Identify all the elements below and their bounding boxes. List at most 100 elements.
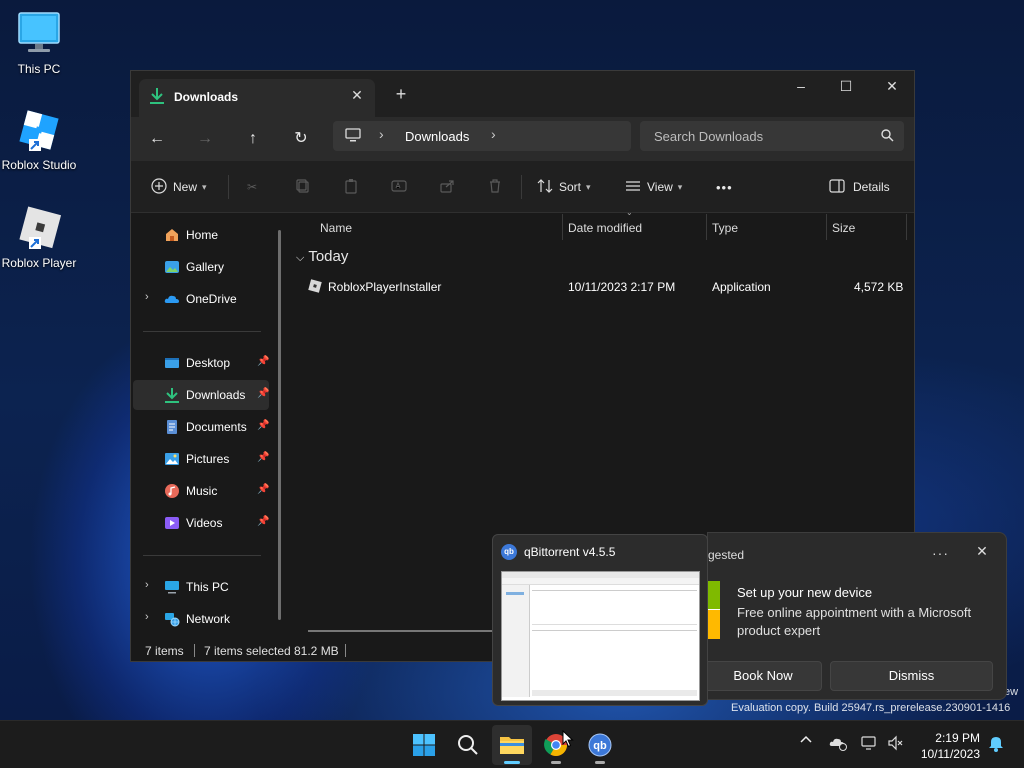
- column-header-name[interactable]: Name: [320, 221, 352, 235]
- new-button[interactable]: New ▾: [151, 173, 207, 201]
- pin-icon: 📌: [257, 420, 270, 431]
- up-button[interactable]: ↑: [237, 124, 269, 154]
- horizontal-scrollbar[interactable]: [308, 630, 508, 632]
- file-explorer-button[interactable]: [492, 725, 532, 765]
- more-options-button[interactable]: •••: [716, 173, 733, 201]
- column-header-type[interactable]: Type: [712, 221, 738, 235]
- copy-button[interactable]: [295, 173, 311, 201]
- column-divider[interactable]: [906, 214, 907, 240]
- details-pane-button[interactable]: Details: [829, 173, 890, 201]
- sidebar-item-network[interactable]: › Network: [133, 604, 269, 634]
- file-row[interactable]: RobloxPlayerInstaller 10/11/2023 2:17 PM…: [300, 274, 910, 300]
- sidebar-item-onedrive[interactable]: › OneDrive: [133, 284, 269, 314]
- address-bar[interactable]: › Downloads ›: [333, 121, 631, 151]
- delete-button[interactable]: [487, 173, 503, 201]
- sidebar-item-home[interactable]: Home: [133, 220, 269, 250]
- maximize-button[interactable]: ☐: [823, 71, 869, 103]
- close-window-button[interactable]: ✕: [869, 71, 915, 103]
- toast-more-button[interactable]: ···: [932, 545, 949, 561]
- column-divider[interactable]: [562, 214, 563, 240]
- desktop-icon-roblox-studio[interactable]: Roblox Studio: [0, 106, 78, 172]
- qbittorrent-icon: qb: [588, 733, 612, 757]
- sidebar-item-label: OneDrive: [186, 292, 237, 306]
- pictures-icon: [164, 451, 180, 467]
- view-button[interactable]: View ▾: [625, 173, 682, 201]
- cut-button[interactable]: ✂: [247, 173, 257, 201]
- sidebar-item-gallery[interactable]: Gallery: [133, 252, 269, 282]
- new-label: New: [173, 180, 198, 194]
- share-button[interactable]: [439, 173, 455, 201]
- pin-icon: 📌: [257, 356, 270, 367]
- details-label: Details: [853, 180, 890, 194]
- show-hidden-icons-button[interactable]: [799, 733, 813, 750]
- start-button[interactable]: [404, 725, 444, 765]
- monitor-icon: [345, 128, 361, 145]
- sidebar-item-videos[interactable]: Videos 📌: [133, 508, 269, 538]
- dismiss-button[interactable]: Dismiss: [830, 661, 993, 691]
- sidebar-item-label: Gallery: [186, 260, 225, 274]
- sort-icon: [537, 178, 553, 197]
- desktop-icon-roblox-player[interactable]: Roblox Player: [0, 204, 78, 270]
- pin-icon: 📌: [257, 516, 270, 527]
- breadcrumb-downloads[interactable]: Downloads: [405, 129, 469, 144]
- onedrive-tray-icon[interactable]: [829, 735, 847, 754]
- sidebar-item-documents[interactable]: Documents 📌: [133, 412, 269, 442]
- chevron-down-icon: ⌵: [296, 252, 305, 264]
- qbittorrent-thumbnail[interactable]: qb qBittorrent v4.5.5: [492, 534, 708, 706]
- command-bar: New ▾ ✂ Sort ▾ View ▾ ••• Details: [131, 161, 914, 213]
- sidebar-scrollbar[interactable]: [278, 230, 281, 620]
- toast-close-button[interactable]: ✕: [972, 543, 992, 560]
- share-icon: [439, 178, 455, 197]
- taskbar: qb 2:19 PM 10/11/2023: [0, 720, 1024, 768]
- pin-icon: 📌: [257, 452, 270, 463]
- sidebar-item-desktop[interactable]: Desktop 📌: [133, 348, 269, 378]
- column-divider[interactable]: [826, 214, 827, 240]
- forward-button[interactable]: →: [189, 124, 221, 154]
- search-input[interactable]: Search Downloads: [640, 121, 904, 151]
- download-icon: [149, 87, 165, 108]
- thumbnail-title: qBittorrent v4.5.5: [524, 545, 616, 559]
- refresh-button[interactable]: ↻: [285, 124, 317, 154]
- tab-downloads[interactable]: Downloads ✕: [139, 79, 375, 117]
- volume-muted-icon[interactable]: [887, 735, 903, 754]
- file-name: RobloxPlayerInstaller: [328, 280, 442, 294]
- column-divider[interactable]: [706, 214, 707, 240]
- rename-icon: [391, 178, 407, 197]
- minimize-button[interactable]: –: [778, 71, 824, 103]
- rename-button[interactable]: [391, 173, 407, 201]
- roblox-studio-icon: [15, 106, 63, 154]
- window-preview[interactable]: [501, 571, 700, 701]
- qbittorrent-button[interactable]: qb: [580, 725, 620, 765]
- qbittorrent-icon: qb: [501, 544, 517, 560]
- column-header-date[interactable]: Date modified: [568, 221, 642, 235]
- divider: [521, 175, 522, 199]
- chevron-right-icon[interactable]: ›: [145, 291, 149, 303]
- notification-bell-icon[interactable]: [988, 734, 1004, 755]
- sidebar-divider: [143, 331, 261, 332]
- sidebar-item-label: Downloads: [186, 388, 246, 402]
- search-button[interactable]: [448, 725, 488, 765]
- sidebar-item-downloads[interactable]: Downloads 📌: [133, 380, 269, 410]
- windows-logo-icon: [413, 734, 435, 756]
- file-type: Application: [712, 280, 771, 294]
- chevron-right-icon[interactable]: ›: [145, 611, 149, 623]
- paste-button[interactable]: [343, 173, 359, 201]
- sidebar-item-label: Documents: [186, 420, 247, 434]
- breadcrumb-separator[interactable]: ›: [491, 126, 496, 142]
- new-tab-button[interactable]: +: [389, 83, 413, 107]
- chevron-right-icon[interactable]: ›: [145, 579, 149, 591]
- sort-button[interactable]: Sort ▾: [537, 173, 591, 201]
- sidebar-divider: [143, 555, 261, 556]
- back-button[interactable]: ←: [141, 124, 173, 154]
- close-tab-button[interactable]: ✕: [347, 85, 367, 105]
- sidebar-item-pictures[interactable]: Pictures 📌: [133, 444, 269, 474]
- sidebar-item-music[interactable]: Music 📌: [133, 476, 269, 506]
- network-tray-icon[interactable]: [861, 735, 877, 754]
- group-header-today[interactable]: ⌵ Today: [296, 248, 348, 265]
- column-header-size[interactable]: Size: [832, 221, 855, 235]
- breadcrumb-separator[interactable]: ›: [379, 126, 384, 142]
- book-now-button[interactable]: Book Now: [704, 661, 822, 691]
- sidebar-item-this-pc[interactable]: › This PC: [133, 572, 269, 602]
- system-clock[interactable]: 2:19 PM 10/11/2023: [908, 730, 980, 762]
- desktop-icon-this-pc[interactable]: This PC: [0, 10, 78, 76]
